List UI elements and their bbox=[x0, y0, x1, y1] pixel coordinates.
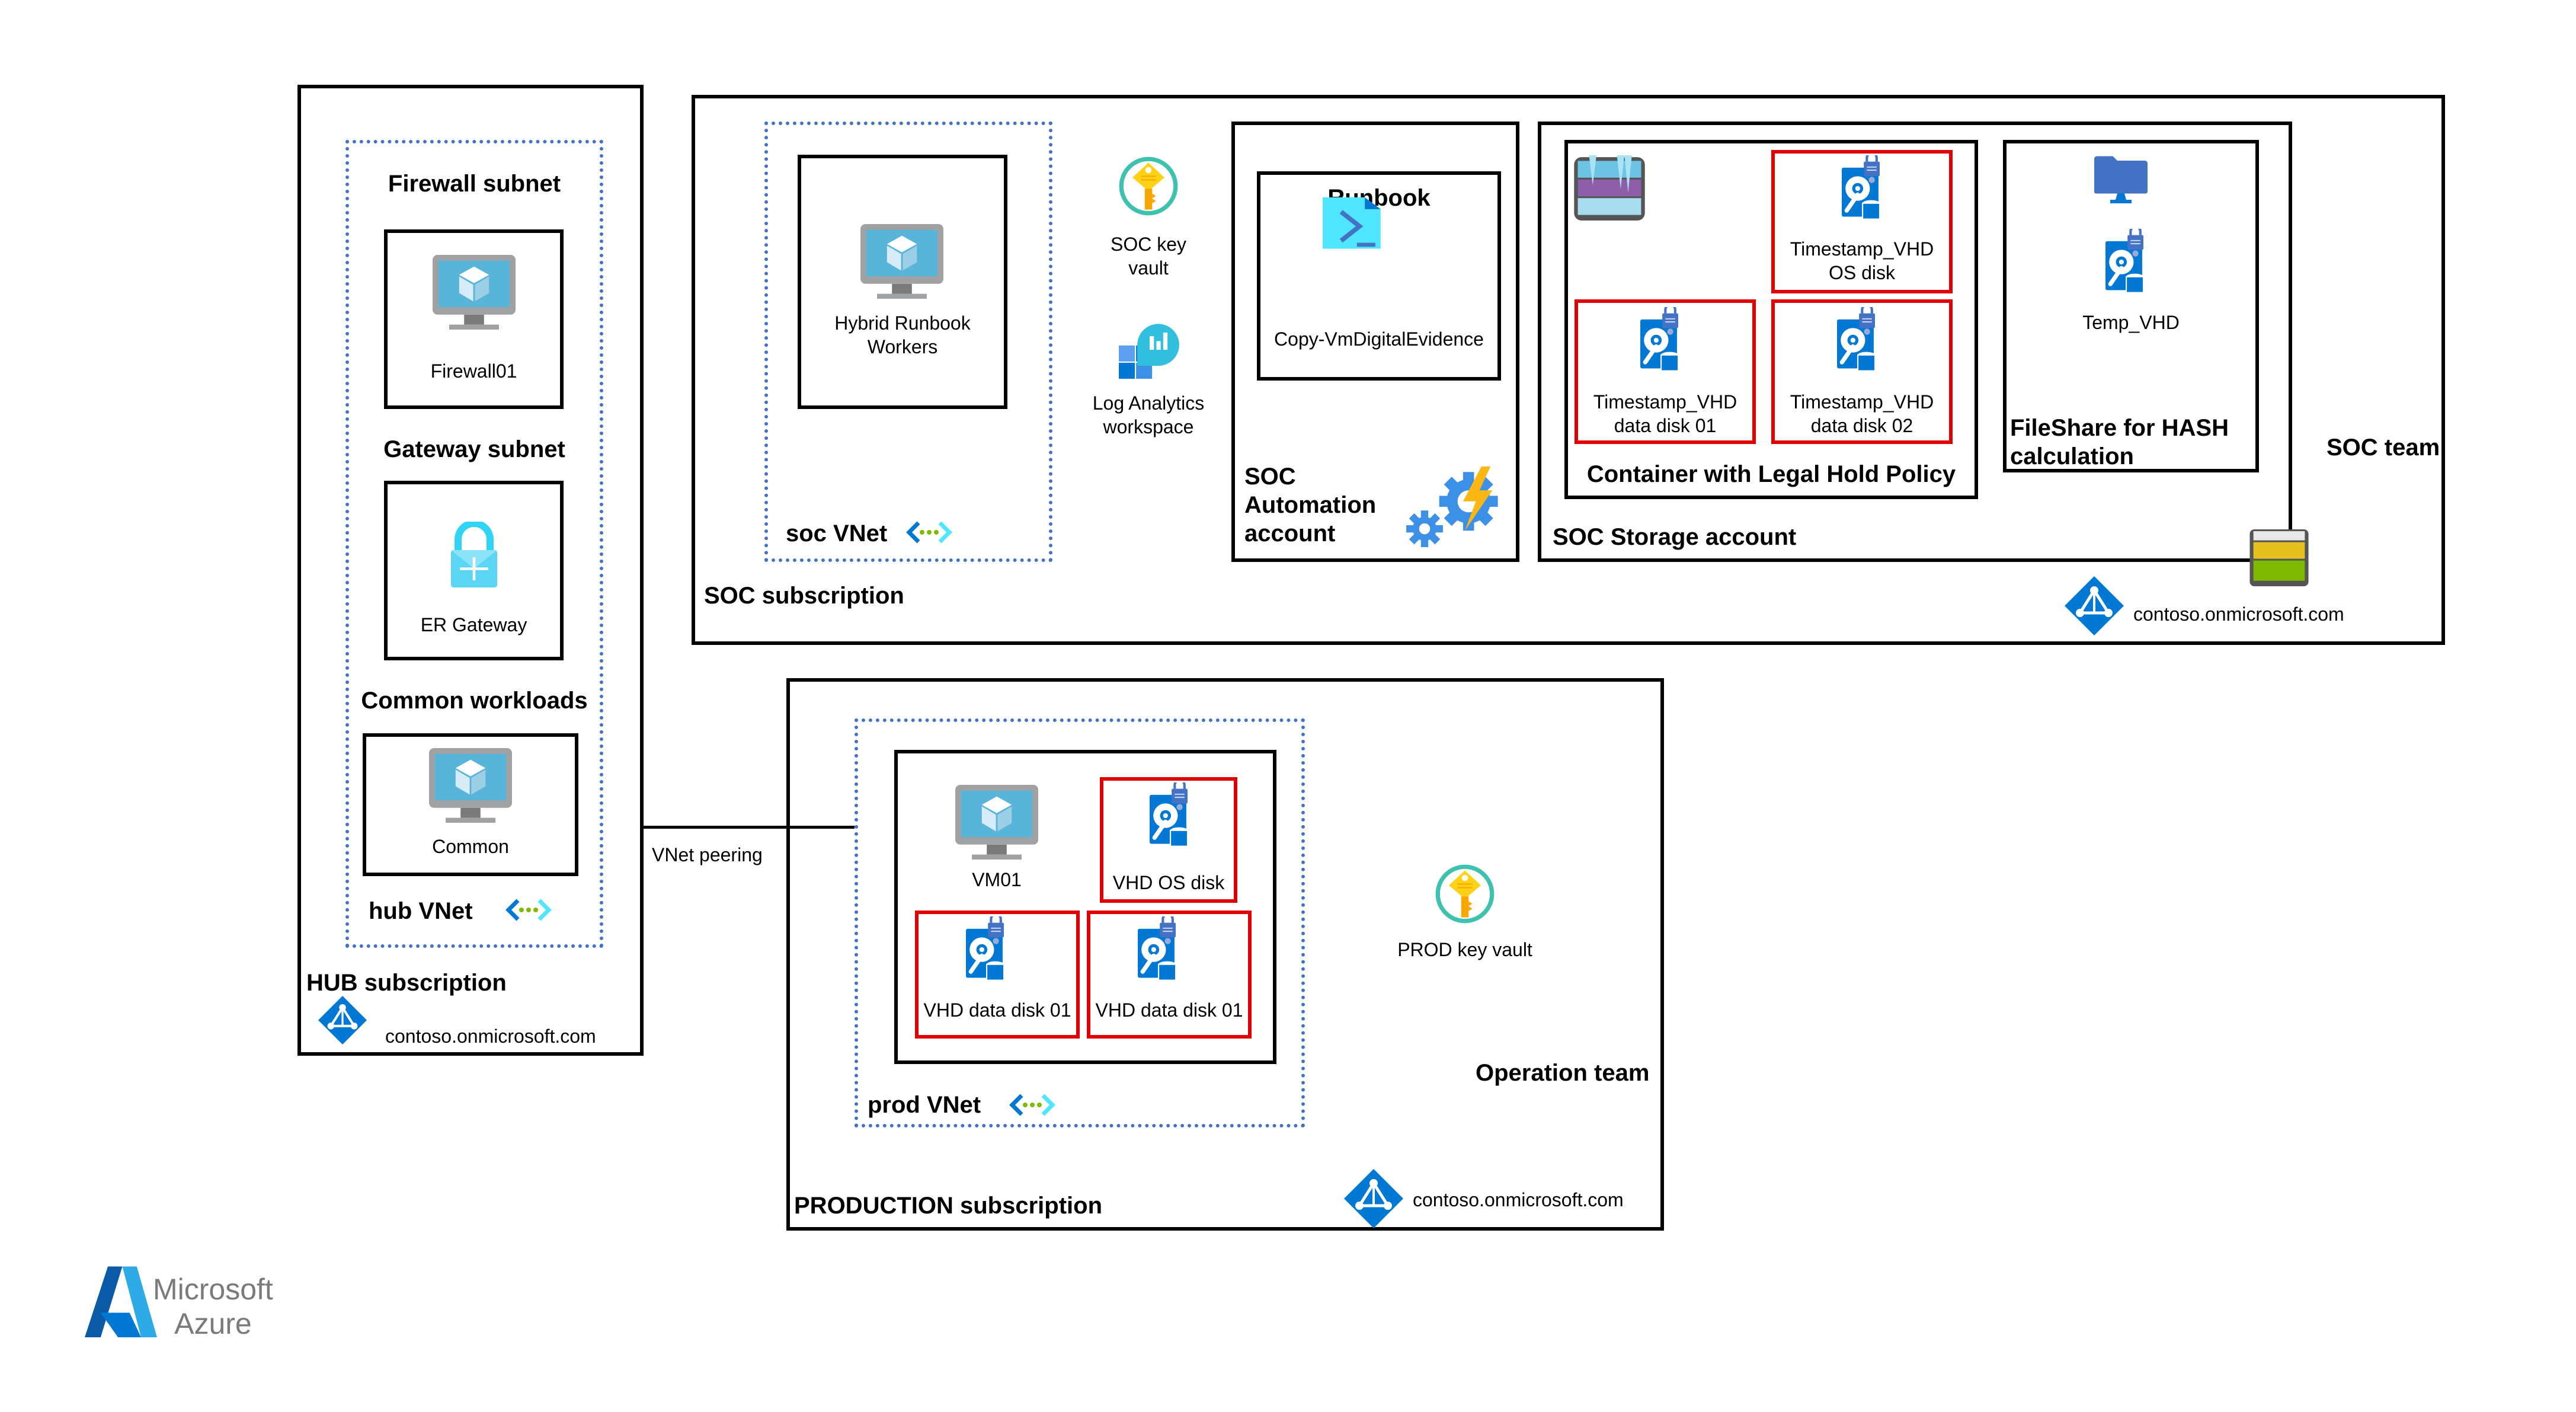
soc-key-vault-line2: vault bbox=[1128, 257, 1169, 279]
azure-ad-tenant-icon bbox=[318, 996, 367, 1044]
firewall-subnet-label: Firewall subnet bbox=[388, 171, 561, 197]
virtual-machine-icon bbox=[860, 224, 943, 299]
brand-line2: Azure bbox=[174, 1307, 252, 1340]
operation-team-label: Operation team bbox=[1476, 1060, 1650, 1086]
er-gateway-name: ER Gateway bbox=[420, 614, 527, 635]
evidence-data-disk-01-line1: Timestamp_VHD bbox=[1593, 391, 1737, 413]
common-workloads-label: Common workloads bbox=[361, 688, 588, 714]
azure-ad-tenant-icon bbox=[1344, 1169, 1403, 1228]
automation-account-label: SOC Automation account bbox=[1244, 462, 1376, 548]
prod-data-disk-1-name: VHD data disk 01 bbox=[923, 999, 1071, 1021]
virtual-network-icon bbox=[905, 520, 953, 544]
evidence-os-disk-line2: OS disk bbox=[1828, 262, 1896, 283]
encrypted-disk-icon bbox=[1640, 307, 1678, 373]
virtual-machine-icon bbox=[433, 255, 516, 330]
evidence-data-disk-01-line2: data disk 01 bbox=[1614, 415, 1717, 436]
automation-label-line2: Automation bbox=[1244, 492, 1377, 518]
hub-vnet-label: hub VNet bbox=[369, 898, 473, 924]
production-tenant: contoso.onmicrosoft.com bbox=[1413, 1189, 1624, 1210]
soc-key-vault-line1: SOC key bbox=[1110, 234, 1187, 255]
log-analytics-line1: Log Analytics bbox=[1092, 392, 1205, 414]
legal-hold-container-label: Container with Legal Hold Policy bbox=[1586, 461, 1956, 487]
azure-ad-tenant-icon bbox=[2065, 576, 2124, 635]
evidence-data-disk-02-name: Timestamp_VHD data disk 02 bbox=[1771, 390, 1953, 437]
evidence-data-disk-01-name: Timestamp_VHD data disk 01 bbox=[1575, 390, 1756, 437]
hub-tenant: contoso.onmicrosoft.com bbox=[385, 1026, 596, 1047]
vnet-peering-label: VNet peering bbox=[652, 844, 763, 865]
powershell-runbook-icon bbox=[1323, 197, 1381, 249]
firewall-vm-name: Firewall01 bbox=[430, 360, 517, 382]
fileshare-label: FileShare for HASH calculation bbox=[2010, 414, 2229, 471]
storage-account-icon bbox=[2249, 529, 2309, 586]
gateway-subnet-label: Gateway subnet bbox=[383, 436, 565, 462]
expressroute-gateway-icon bbox=[451, 522, 497, 587]
evidence-os-disk-name: Timestamp_VHD OS disk bbox=[1771, 237, 1953, 285]
soc-vnet-label: soc VNet bbox=[786, 520, 888, 547]
automation-account-icon bbox=[1406, 467, 1498, 547]
temp-vhd-name: Temp_VHD bbox=[2082, 312, 2180, 333]
encrypted-disk-icon bbox=[1150, 782, 1188, 849]
hybrid-workers-name: Hybrid Runbook Workers bbox=[798, 311, 1007, 359]
virtual-network-icon bbox=[1009, 1093, 1056, 1117]
fileshare-label-line1: FileShare for HASH bbox=[2010, 415, 2229, 441]
brand-line1: Microsoft bbox=[153, 1273, 273, 1306]
prod-vnet-label: prod VNet bbox=[868, 1092, 981, 1118]
encrypted-disk-icon bbox=[1842, 155, 1880, 222]
encrypted-disk-icon bbox=[1138, 916, 1176, 983]
evidence-data-disk-02-line1: Timestamp_VHD bbox=[1790, 391, 1934, 413]
prod-key-vault-name: PROD key vault bbox=[1397, 939, 1532, 960]
automation-label-line1: SOC bbox=[1244, 464, 1296, 490]
fileshare-label-line2: calculation bbox=[2010, 443, 2134, 469]
encrypted-disk-icon bbox=[1837, 307, 1875, 373]
encrypted-disk-icon bbox=[2105, 229, 2143, 295]
vm01-name: VM01 bbox=[972, 869, 1022, 890]
production-subscription-label: PRODUCTION subscription bbox=[794, 1193, 1103, 1219]
automation-label-line3: account bbox=[1244, 520, 1336, 547]
brand-wordmark: Microsoft Azure bbox=[153, 1272, 273, 1341]
encrypted-disk-icon bbox=[966, 916, 1004, 983]
prod-os-disk-name: VHD OS disk bbox=[1112, 872, 1225, 893]
runbook-name: Copy-VmDigitalEvidence bbox=[1274, 328, 1484, 350]
evidence-os-disk-line1: Timestamp_VHD bbox=[1790, 238, 1934, 260]
virtual-machine-icon bbox=[429, 748, 512, 823]
common-vm-name: Common bbox=[432, 836, 509, 857]
azure-logo-icon bbox=[85, 1266, 157, 1337]
evidence-data-disk-02-line2: data disk 02 bbox=[1810, 415, 1913, 436]
hybrid-workers-line1: Hybrid Runbook bbox=[834, 312, 971, 334]
prod-data-disk-2-name: VHD data disk 01 bbox=[1095, 999, 1243, 1021]
log-analytics-name: Log Analytics workspace bbox=[1071, 391, 1225, 439]
virtual-machine-icon[interactable] bbox=[955, 785, 1038, 860]
virtual-network-icon bbox=[505, 898, 552, 922]
log-analytics-line2: workspace bbox=[1103, 416, 1194, 437]
log-analytics-icon[interactable] bbox=[1119, 318, 1180, 379]
soc-key-vault-name: SOC key vault bbox=[1089, 232, 1208, 280]
hybrid-workers-line2: Workers bbox=[867, 336, 938, 357]
immutable-blob-container-icon bbox=[1574, 155, 1645, 221]
key-vault-icon[interactable] bbox=[1118, 155, 1179, 217]
soc-team-label: SOC team bbox=[2327, 435, 2440, 461]
storage-account-label: SOC Storage account bbox=[1553, 524, 1797, 550]
file-share-icon bbox=[2094, 156, 2148, 203]
soc-subscription-label: SOC subscription bbox=[704, 583, 904, 609]
key-vault-icon[interactable] bbox=[1434, 863, 1496, 925]
hub-subscription-label: HUB subscription bbox=[306, 970, 507, 996]
soc-tenant: contoso.onmicrosoft.com bbox=[2133, 603, 2344, 625]
